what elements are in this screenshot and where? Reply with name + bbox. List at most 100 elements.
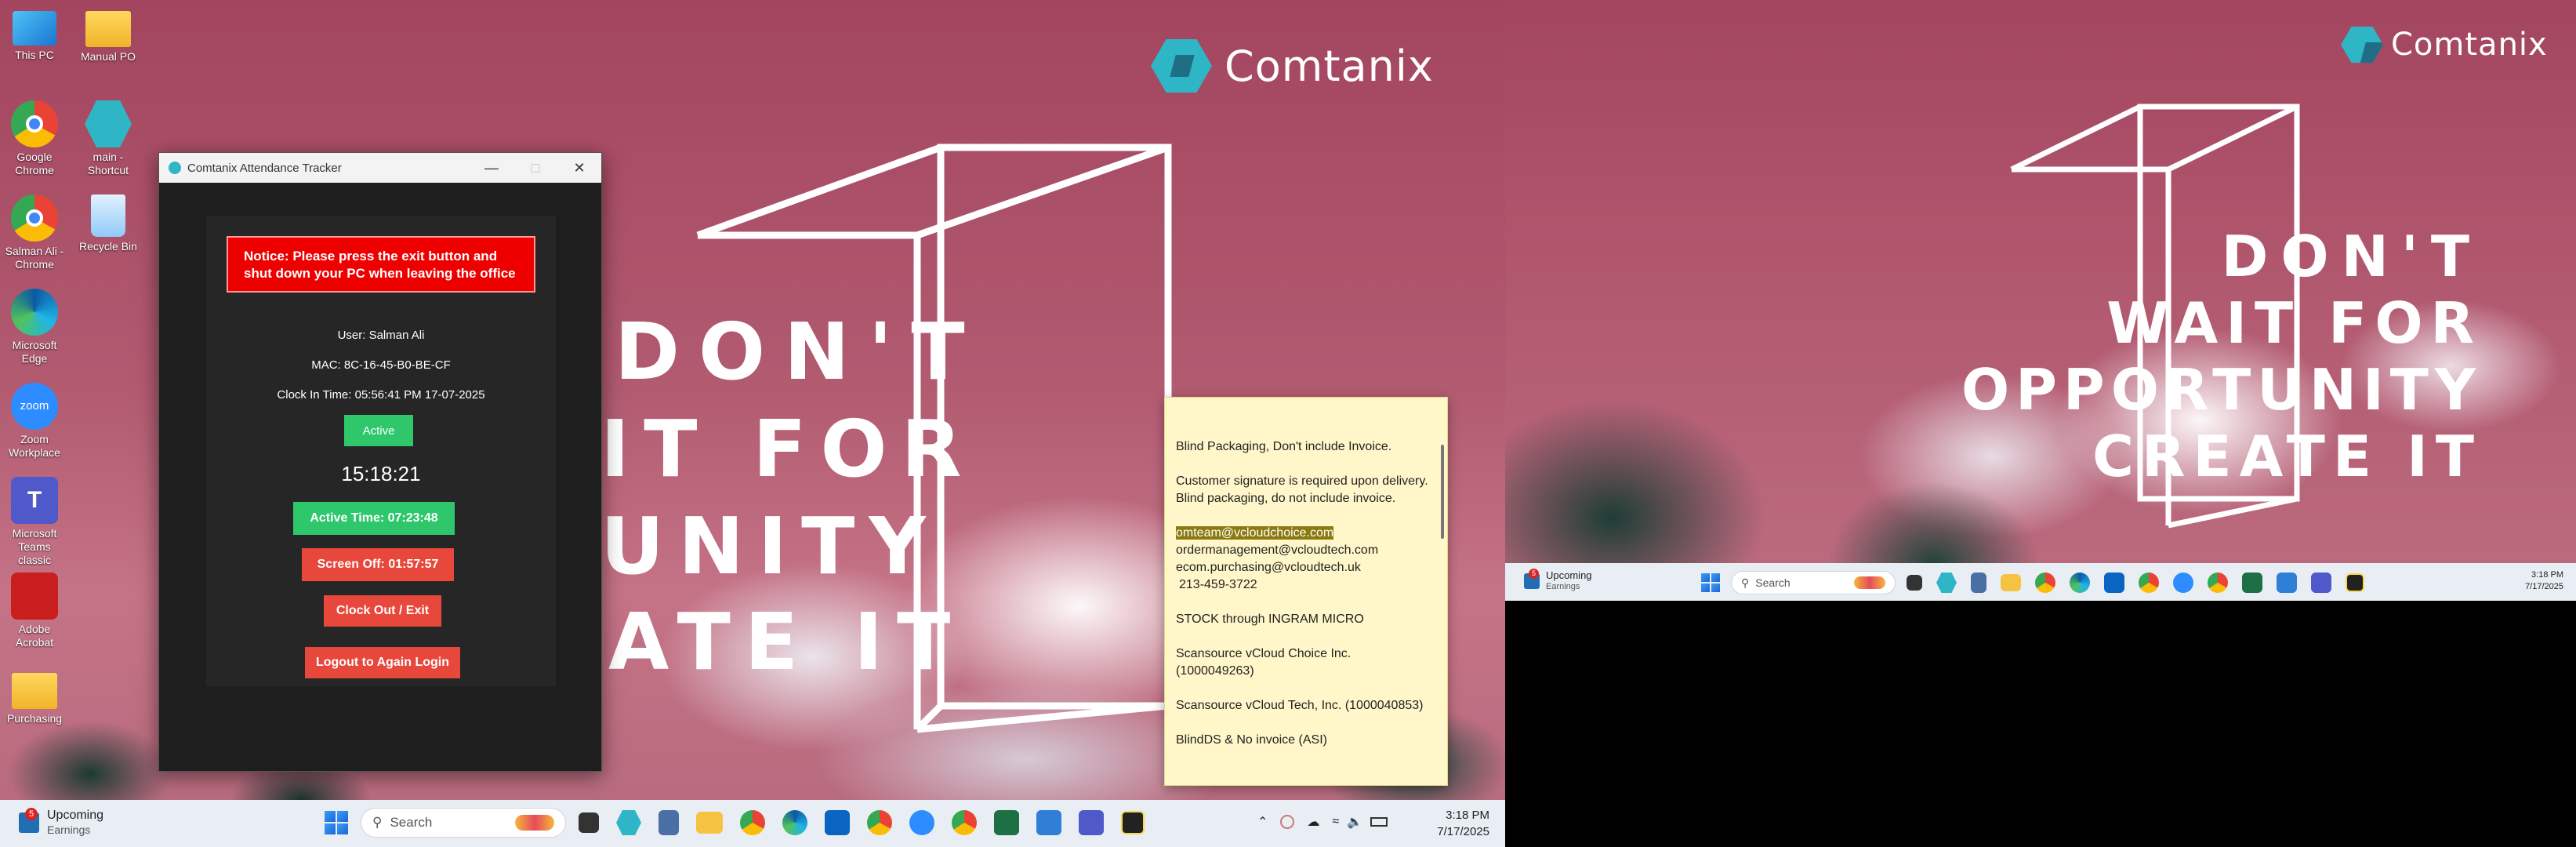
desktop-icon-google-chrome[interactable]: Google Chrome	[3, 100, 66, 177]
slogan-line-2: WAIT FOR	[2106, 290, 2482, 356]
monitor-2-unused-area	[1505, 601, 2576, 847]
sticky-notes-icon[interactable]	[1121, 811, 1145, 834]
windows-start-icon[interactable]	[1701, 573, 1720, 592]
clock-out-exit-button[interactable]: Clock Out / Exit	[324, 595, 441, 627]
sticky-note-body[interactable]: Blind Packaging, Don't include Invoice. …	[1176, 438, 1428, 749]
search-placeholder: Search	[1755, 576, 1791, 589]
snipping-tool-icon[interactable]	[2277, 573, 2297, 593]
desktop-icon-acrobat[interactable]: Adobe Acrobat	[3, 573, 66, 649]
windows-start-icon[interactable]	[325, 811, 348, 834]
desktop-icon-label: Adobe Acrobat	[15, 623, 54, 649]
clock-time: 3:18 PM	[2531, 570, 2563, 580]
desktop-icon-this-pc[interactable]: This PC	[3, 8, 66, 62]
window-titlebar[interactable]: Comtanix Attendance Tracker — □ ✕	[159, 153, 601, 183]
desktop-icon-zoom[interactable]: zoom Zoom Workplace	[3, 383, 66, 460]
chrome-icon[interactable]	[740, 810, 765, 835]
comtanix-app-icon	[85, 100, 132, 147]
file-explorer-icon[interactable]	[696, 812, 723, 834]
slogan-line-3: UNITY	[600, 500, 940, 592]
excel-icon[interactable]	[994, 810, 1019, 835]
clock-date: 7/17/2025	[2525, 582, 2563, 591]
chrome-icon[interactable]	[867, 810, 892, 835]
chevron-up-icon[interactable]: ⌃	[1257, 814, 1268, 830]
outlook-icon[interactable]	[2104, 573, 2124, 593]
search-highlight-icon	[515, 815, 554, 831]
desktop-icon-edge[interactable]: Microsoft Edge	[3, 289, 66, 365]
zoom-icon[interactable]	[909, 810, 934, 835]
chrome-icon[interactable]	[2208, 573, 2228, 593]
sticky-notes-icon[interactable]	[2346, 573, 2364, 592]
clock-date: 7/17/2025	[1437, 825, 1489, 838]
chrome-icon[interactable]	[2139, 573, 2159, 593]
task-view-icon[interactable]	[1907, 575, 1922, 591]
desktop-icon-manual-po[interactable]: Manual PO	[77, 8, 140, 64]
volume-icon[interactable]: 🔈	[1347, 814, 1362, 830]
wifi-icon[interactable]: ≈	[1332, 815, 1339, 829]
edge-icon[interactable]	[782, 810, 807, 835]
sticky-scrollbar[interactable]	[1441, 445, 1444, 539]
note-phone: 213-459-3722	[1179, 578, 1257, 591]
teams-icon[interactable]	[2311, 573, 2331, 593]
notification-badge: 5	[1529, 569, 1539, 579]
edge-icon	[11, 289, 58, 336]
current-time: 15:18:21	[341, 462, 421, 485]
close-button[interactable]: ✕	[557, 153, 601, 183]
desktop-icon-teams[interactable]: T Microsoft Teams classic	[3, 477, 66, 567]
chrome-icon	[11, 100, 58, 147]
desktop-icon-salman-chrome[interactable]: Salman Ali - Chrome	[3, 194, 66, 271]
monitor-2-desktop: DON'T WAIT FOR OPPORTUNITY CREATE IT Com…	[1505, 0, 2576, 563]
clock-time: 3:18 PM	[1446, 809, 1489, 822]
comtanix-hex-icon	[1151, 39, 1212, 93]
active-status-button[interactable]: Active	[344, 415, 413, 446]
monitor-1-desktop: DON'T IT FOR UNITY ATE IT Comtanix This …	[0, 0, 1505, 847]
calculator-icon[interactable]	[659, 810, 679, 835]
task-view-icon[interactable]	[579, 812, 599, 833]
comtanix-taskbar-icon[interactable]	[1936, 573, 1957, 593]
weather-widget[interactable]: 5 Upcoming Earnings	[19, 808, 103, 838]
desktop-icon-label: main - Shortcut	[87, 151, 129, 176]
battery-icon[interactable]	[1370, 817, 1388, 827]
taskbar-search[interactable]: ⚲ Search	[361, 808, 566, 838]
logout-login-button[interactable]: Logout to Again Login	[305, 647, 460, 678]
slogan-line-2: IT FOR	[600, 403, 976, 495]
taskbar-clock[interactable]: 3:18 PM 7/17/2025	[1437, 807, 1489, 840]
sticky-note[interactable]: Blind Packaging, Don't include Invoice. …	[1164, 397, 1448, 786]
weather-widget[interactable]: 5 Upcoming Earnings	[1524, 569, 1592, 593]
snipping-tool-icon[interactable]	[1036, 810, 1061, 835]
chrome-icon	[11, 194, 58, 242]
calculator-icon[interactable]	[1971, 573, 1986, 593]
note-email: ordermanagement@vcloudtech.com	[1176, 543, 1379, 557]
slogan-line-3: OPPORTUNITY	[1961, 357, 2482, 423]
news-icon: 5	[19, 808, 39, 833]
desktop-icon-main-shortcut[interactable]: main - Shortcut	[77, 100, 140, 177]
chrome-icon[interactable]	[2035, 573, 2055, 593]
desktop-icon-label: Microsoft Edge	[12, 339, 57, 365]
onedrive-icon[interactable]: ☁	[1307, 814, 1319, 830]
note-line: Scansource vCloud Choice Inc. (100004926…	[1176, 647, 1351, 678]
sync-icon[interactable]	[1280, 815, 1295, 829]
teams-icon[interactable]	[1079, 810, 1104, 835]
news-icon: 5	[1524, 569, 1540, 589]
desktop-icon-purchasing[interactable]: Purchasing	[3, 668, 66, 725]
excel-icon[interactable]	[2242, 573, 2262, 593]
taskbar-search[interactable]: ⚲ Search	[1731, 571, 1896, 594]
chrome-icon[interactable]	[952, 810, 977, 835]
maximize-button[interactable]: □	[513, 153, 557, 183]
taskbar-secondary: 5 Upcoming Earnings ⚲ Search 3:18 PM 7/1…	[1505, 563, 2576, 601]
comtanix-taskbar-icon[interactable]	[616, 810, 641, 835]
minimize-button[interactable]: —	[470, 153, 513, 183]
taskbar-clock[interactable]: 3:18 PM 7/17/2025	[2525, 569, 2563, 593]
taskbar-primary: 5 Upcoming Earnings ⚲ Search ⌃ ☁ ≈ �	[0, 800, 1505, 847]
search-icon: ⚲	[372, 815, 383, 830]
teams-icon: T	[11, 477, 58, 524]
desktop-icon-recycle-bin[interactable]: Recycle Bin	[77, 194, 140, 253]
widget-title: Upcoming	[47, 809, 104, 822]
edge-icon[interactable]	[2070, 573, 2090, 593]
outlook-icon[interactable]	[825, 810, 850, 835]
comtanix-hex-icon	[2341, 27, 2383, 63]
zoom-icon[interactable]	[2173, 573, 2193, 593]
user-name: User: Salman Ali	[337, 329, 425, 342]
file-explorer-icon[interactable]	[2001, 574, 2021, 591]
slogan-line-4: CREATE IT	[2092, 424, 2482, 489]
desktop-icon-label: Salman Ali - Chrome	[5, 245, 64, 271]
